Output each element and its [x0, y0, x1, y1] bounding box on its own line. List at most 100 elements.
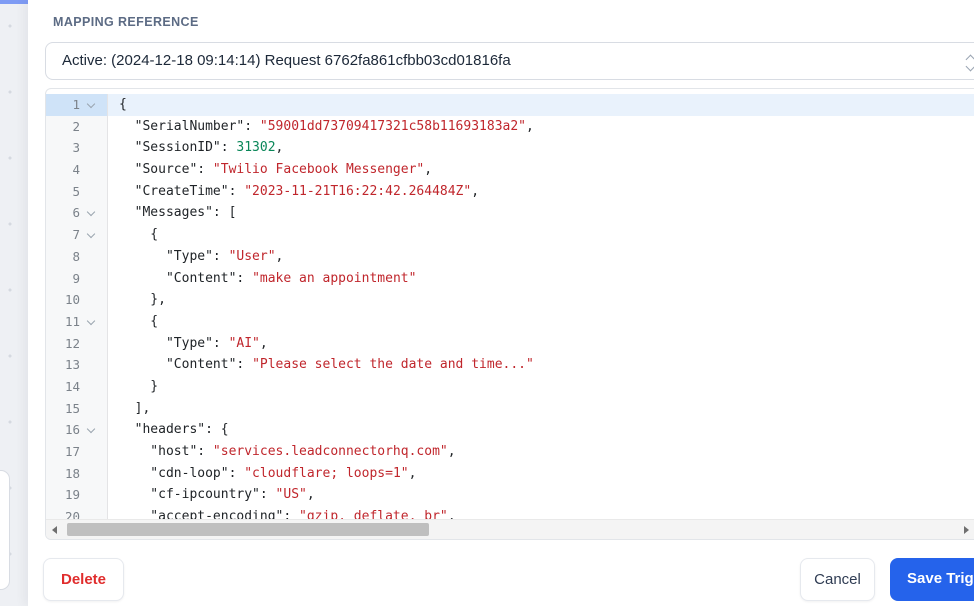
code-line[interactable]: 11 {	[46, 310, 974, 333]
code-text: {	[119, 313, 159, 329]
canvas-node-edge	[0, 0, 28, 4]
delete-button[interactable]: Delete	[43, 558, 124, 601]
line-gutter: 6	[46, 202, 108, 225]
fold-chevron-icon[interactable]	[80, 202, 107, 224]
code-text: "Source": "Twilio Facebook Messenger",	[119, 162, 433, 178]
code-line[interactable]: 12 "Type": "AI",	[46, 332, 974, 355]
line-number: 14	[64, 378, 80, 394]
horizontal-scrollbar[interactable]	[46, 519, 974, 539]
line-number: 5	[72, 183, 80, 199]
code-text: },	[119, 292, 166, 308]
line-gutter: 8	[46, 245, 108, 268]
line-number: 11	[64, 313, 80, 329]
line-number: 6	[72, 205, 80, 221]
code-line[interactable]: 18 "cdn-loop": "cloudflare; loops=1",	[46, 462, 974, 485]
code-text: "Type": "User",	[119, 248, 284, 264]
code-line[interactable]: 15 ],	[46, 397, 974, 420]
cancel-button[interactable]: Cancel	[800, 558, 875, 601]
line-number: 9	[72, 270, 80, 286]
code-line[interactable]: 1{	[46, 94, 974, 116]
line-gutter: 5	[46, 180, 108, 203]
line-gutter: 19	[46, 484, 108, 507]
line-number: 15	[64, 400, 80, 416]
line-gutter: 9	[46, 267, 108, 290]
code-line[interactable]: 6 "Messages": [	[46, 202, 974, 225]
code-line[interactable]: 8 "Type": "User",	[46, 245, 974, 268]
code-line[interactable]: 2 "SerialNumber": "59001dd73709417321c58…	[46, 115, 974, 138]
line-number: 12	[64, 335, 80, 351]
line-gutter: 1	[46, 94, 108, 116]
line-number: 16	[64, 422, 80, 438]
code-text: {	[119, 227, 159, 243]
code-line[interactable]: 9 "Content": "make an appointment"	[46, 267, 974, 290]
json-editor[interactable]: 1{2 "SerialNumber": "59001dd73709417321c…	[45, 88, 974, 540]
fold-chevron-icon[interactable]	[80, 311, 107, 333]
scroll-right-icon[interactable]	[964, 526, 969, 534]
line-gutter: 14	[46, 375, 108, 398]
request-select[interactable]: Active: (2024-12-18 09:14:14) Request 67…	[45, 42, 974, 80]
fold-chevron-icon[interactable]	[80, 94, 107, 116]
workflow-canvas[interactable]	[0, 0, 28, 606]
code-text: ],	[119, 400, 151, 416]
code-text: "Messages": [	[119, 205, 237, 221]
line-number: 13	[64, 357, 80, 373]
scrollbar-thumb[interactable]	[67, 523, 429, 536]
line-number: 19	[64, 487, 80, 503]
save-trigger-button[interactable]: Save Trigg	[890, 558, 974, 601]
code-text: "CreateTime": "2023-11-21T16:22:42.26448…	[119, 183, 480, 199]
canvas-node-card[interactable]	[0, 470, 10, 590]
line-number: 1	[72, 97, 80, 112]
line-number: 3	[72, 140, 80, 156]
line-gutter: 17	[46, 441, 108, 463]
line-gutter: 3	[46, 137, 108, 160]
line-gutter: 11	[46, 310, 108, 333]
code-line[interactable]: 16 "headers": {	[46, 419, 974, 441]
line-gutter: 10	[46, 289, 108, 311]
line-gutter: 12	[46, 332, 108, 355]
line-gutter: 15	[46, 397, 108, 420]
line-gutter: 7	[46, 224, 108, 246]
line-gutter: 18	[46, 462, 108, 485]
screen: MAPPING REFERENCE Active: (2024-12-18 09…	[0, 0, 974, 606]
line-gutter: 13	[46, 354, 108, 376]
chevron-up-down-icon	[964, 51, 974, 72]
code-line[interactable]: 19 "cf-ipcountry": "US",	[46, 484, 974, 507]
fold-chevron-icon[interactable]	[80, 224, 107, 246]
code-text: "Type": "AI",	[119, 335, 268, 351]
line-gutter: 2	[46, 115, 108, 138]
code-text: "Content": "Please select the date and t…	[119, 357, 534, 373]
code-text: "host": "services.leadconnectorhq.com",	[119, 444, 456, 459]
code-line[interactable]: 17 "host": "services.leadconnectorhq.com…	[46, 441, 974, 463]
line-number: 7	[72, 227, 80, 243]
code-line[interactable]: 5 "CreateTime": "2023-11-21T16:22:42.264…	[46, 180, 974, 203]
line-number: 17	[64, 444, 80, 459]
code-text: }	[119, 378, 159, 394]
request-select-value: Active: (2024-12-18 09:14:14) Request 67…	[62, 52, 511, 69]
code-line[interactable]: 7 {	[46, 224, 974, 246]
code-text: "headers": {	[119, 422, 229, 438]
code-line[interactable]: 14 }	[46, 375, 974, 398]
code-line[interactable]: 4 "Source": "Twilio Facebook Messenger",	[46, 159, 974, 181]
code-text: "SessionID": 31302,	[119, 140, 284, 156]
code-line[interactable]: 3 "SessionID": 31302,	[46, 137, 974, 160]
code-line[interactable]: 13 "Content": "Please select the date an…	[46, 354, 974, 376]
panel-title: MAPPING REFERENCE	[53, 15, 199, 29]
code-line[interactable]: 10 },	[46, 289, 974, 311]
scroll-left-icon[interactable]	[52, 526, 57, 534]
json-editor-lines: 1{2 "SerialNumber": "59001dd73709417321c…	[46, 94, 974, 528]
fold-chevron-icon[interactable]	[80, 419, 107, 441]
line-gutter: 16	[46, 419, 108, 441]
line-number: 2	[72, 118, 80, 134]
